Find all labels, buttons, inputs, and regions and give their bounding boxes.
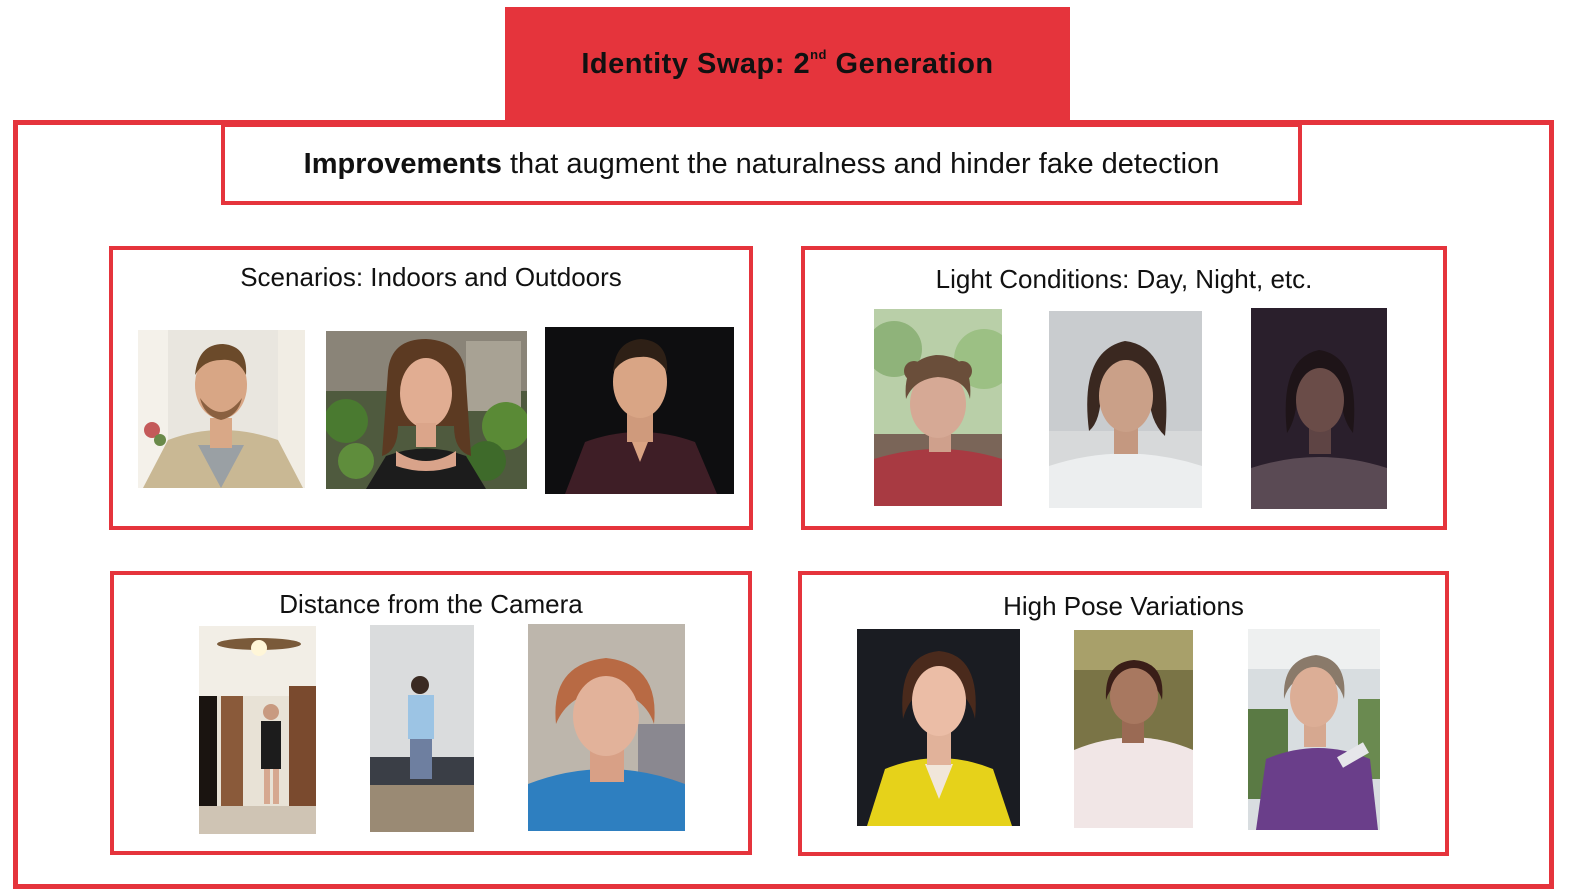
header-title: Identity Swap: 2nd Generation xyxy=(581,47,994,80)
photo-pose-woman-purple xyxy=(1248,629,1380,830)
subtitle-box: Improvements that augment the naturalnes… xyxy=(221,123,1302,205)
photo-outdoor-woman xyxy=(326,331,527,489)
photo-mid-man xyxy=(370,625,474,832)
photo-night-woman xyxy=(1251,308,1387,509)
photo-day-woman xyxy=(874,309,1002,506)
panel-title-scenarios: Scenarios: Indoors and Outdoors xyxy=(240,262,622,292)
photo-close-woman xyxy=(528,624,685,831)
header-banner: Identity Swap: 2nd Generation xyxy=(505,7,1070,121)
panel-title-distance: Distance from the Camera xyxy=(279,589,583,619)
panel-title-pose: High Pose Variations xyxy=(1003,591,1244,621)
photo-far-woman xyxy=(199,626,316,834)
photo-pose-woman-yellow xyxy=(857,629,1020,826)
panel-title-light: Light Conditions: Day, Night, etc. xyxy=(935,264,1313,294)
photo-evening-woman xyxy=(1049,311,1202,508)
subtitle-text: Improvements that augment the naturalnes… xyxy=(303,147,1220,180)
photo-studio-man xyxy=(545,327,734,494)
photo-indoor-man xyxy=(138,330,305,488)
photo-pose-woman-white xyxy=(1074,630,1193,828)
